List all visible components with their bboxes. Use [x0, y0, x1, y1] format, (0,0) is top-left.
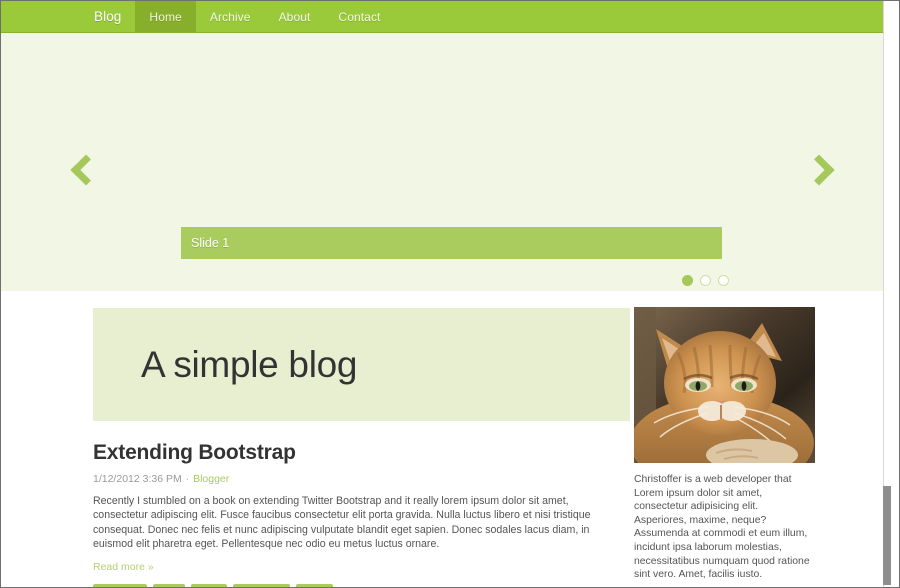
site-brand[interactable]: Blog: [89, 1, 135, 32]
tag-javascript[interactable]: JavaScript: [232, 583, 290, 587]
nav-item-home[interactable]: Home: [135, 1, 196, 32]
tag-grunt[interactable]: Grunt: [295, 583, 333, 587]
sidebar-bio: Christoffer is a web developer that Lore…: [634, 474, 810, 581]
article-body: Recently I stumbled on a book on extendi…: [93, 495, 591, 551]
tag-css[interactable]: CSS: [153, 583, 185, 587]
carousel: Slide 1: [1, 33, 892, 291]
main-content: A simple blog Extending Bootstrap 1/12/2…: [1, 291, 892, 587]
cat-photo-icon: [634, 307, 815, 463]
hero-banner: A simple blog: [93, 308, 630, 421]
carousel-indicator-2[interactable]: [700, 275, 711, 286]
meta-separator: ·: [185, 473, 190, 485]
article-meta: 1/12/2012 3:36 PM · Blogger: [93, 473, 633, 485]
sidebar: Christoffer is a web developer that Lore…: [634, 307, 816, 582]
chevron-right-icon: [803, 154, 835, 186]
article-post: Extending Bootstrap 1/12/2012 3:36 PM · …: [93, 441, 633, 587]
nav-item-archive[interactable]: Archive: [196, 1, 265, 32]
article-date: 1/12/2012 3:36 PM: [93, 473, 182, 485]
avatar: [634, 307, 815, 463]
read-more-link[interactable]: Read more »: [93, 561, 154, 573]
carousel-caption: Slide 1: [181, 227, 722, 259]
page-title: A simple blog: [141, 343, 358, 385]
vertical-scrollbar-track[interactable]: [883, 1, 892, 587]
tag-bootstrap[interactable]: Bootstrap: [93, 583, 148, 587]
browser-window: Blog Home Archive About Contact Slide 1: [0, 0, 900, 588]
nav-item-about[interactable]: About: [265, 1, 325, 32]
carousel-caption-text: Slide 1: [191, 236, 230, 250]
tag-less[interactable]: LESS: [190, 583, 227, 587]
carousel-next-button[interactable]: [803, 153, 838, 187]
chevron-left-icon: [70, 154, 102, 186]
top-navbar: Blog Home Archive About Contact: [1, 1, 892, 33]
carousel-indicators: [682, 275, 729, 286]
page-root: Blog Home Archive About Contact Slide 1: [1, 1, 892, 587]
article-tags: Bootstrap CSS LESS JavaScript Grunt: [93, 583, 633, 587]
vertical-scrollbar-thumb[interactable]: [883, 486, 891, 585]
navbar-items: Blog Home Archive About Contact: [89, 1, 394, 32]
article-title[interactable]: Extending Bootstrap: [93, 441, 633, 465]
article-author-link[interactable]: Blogger: [193, 473, 229, 485]
carousel-indicator-3[interactable]: [718, 275, 729, 286]
carousel-prev-button[interactable]: [67, 153, 102, 187]
carousel-indicator-1[interactable]: [682, 275, 693, 286]
nav-item-contact[interactable]: Contact: [324, 1, 394, 32]
